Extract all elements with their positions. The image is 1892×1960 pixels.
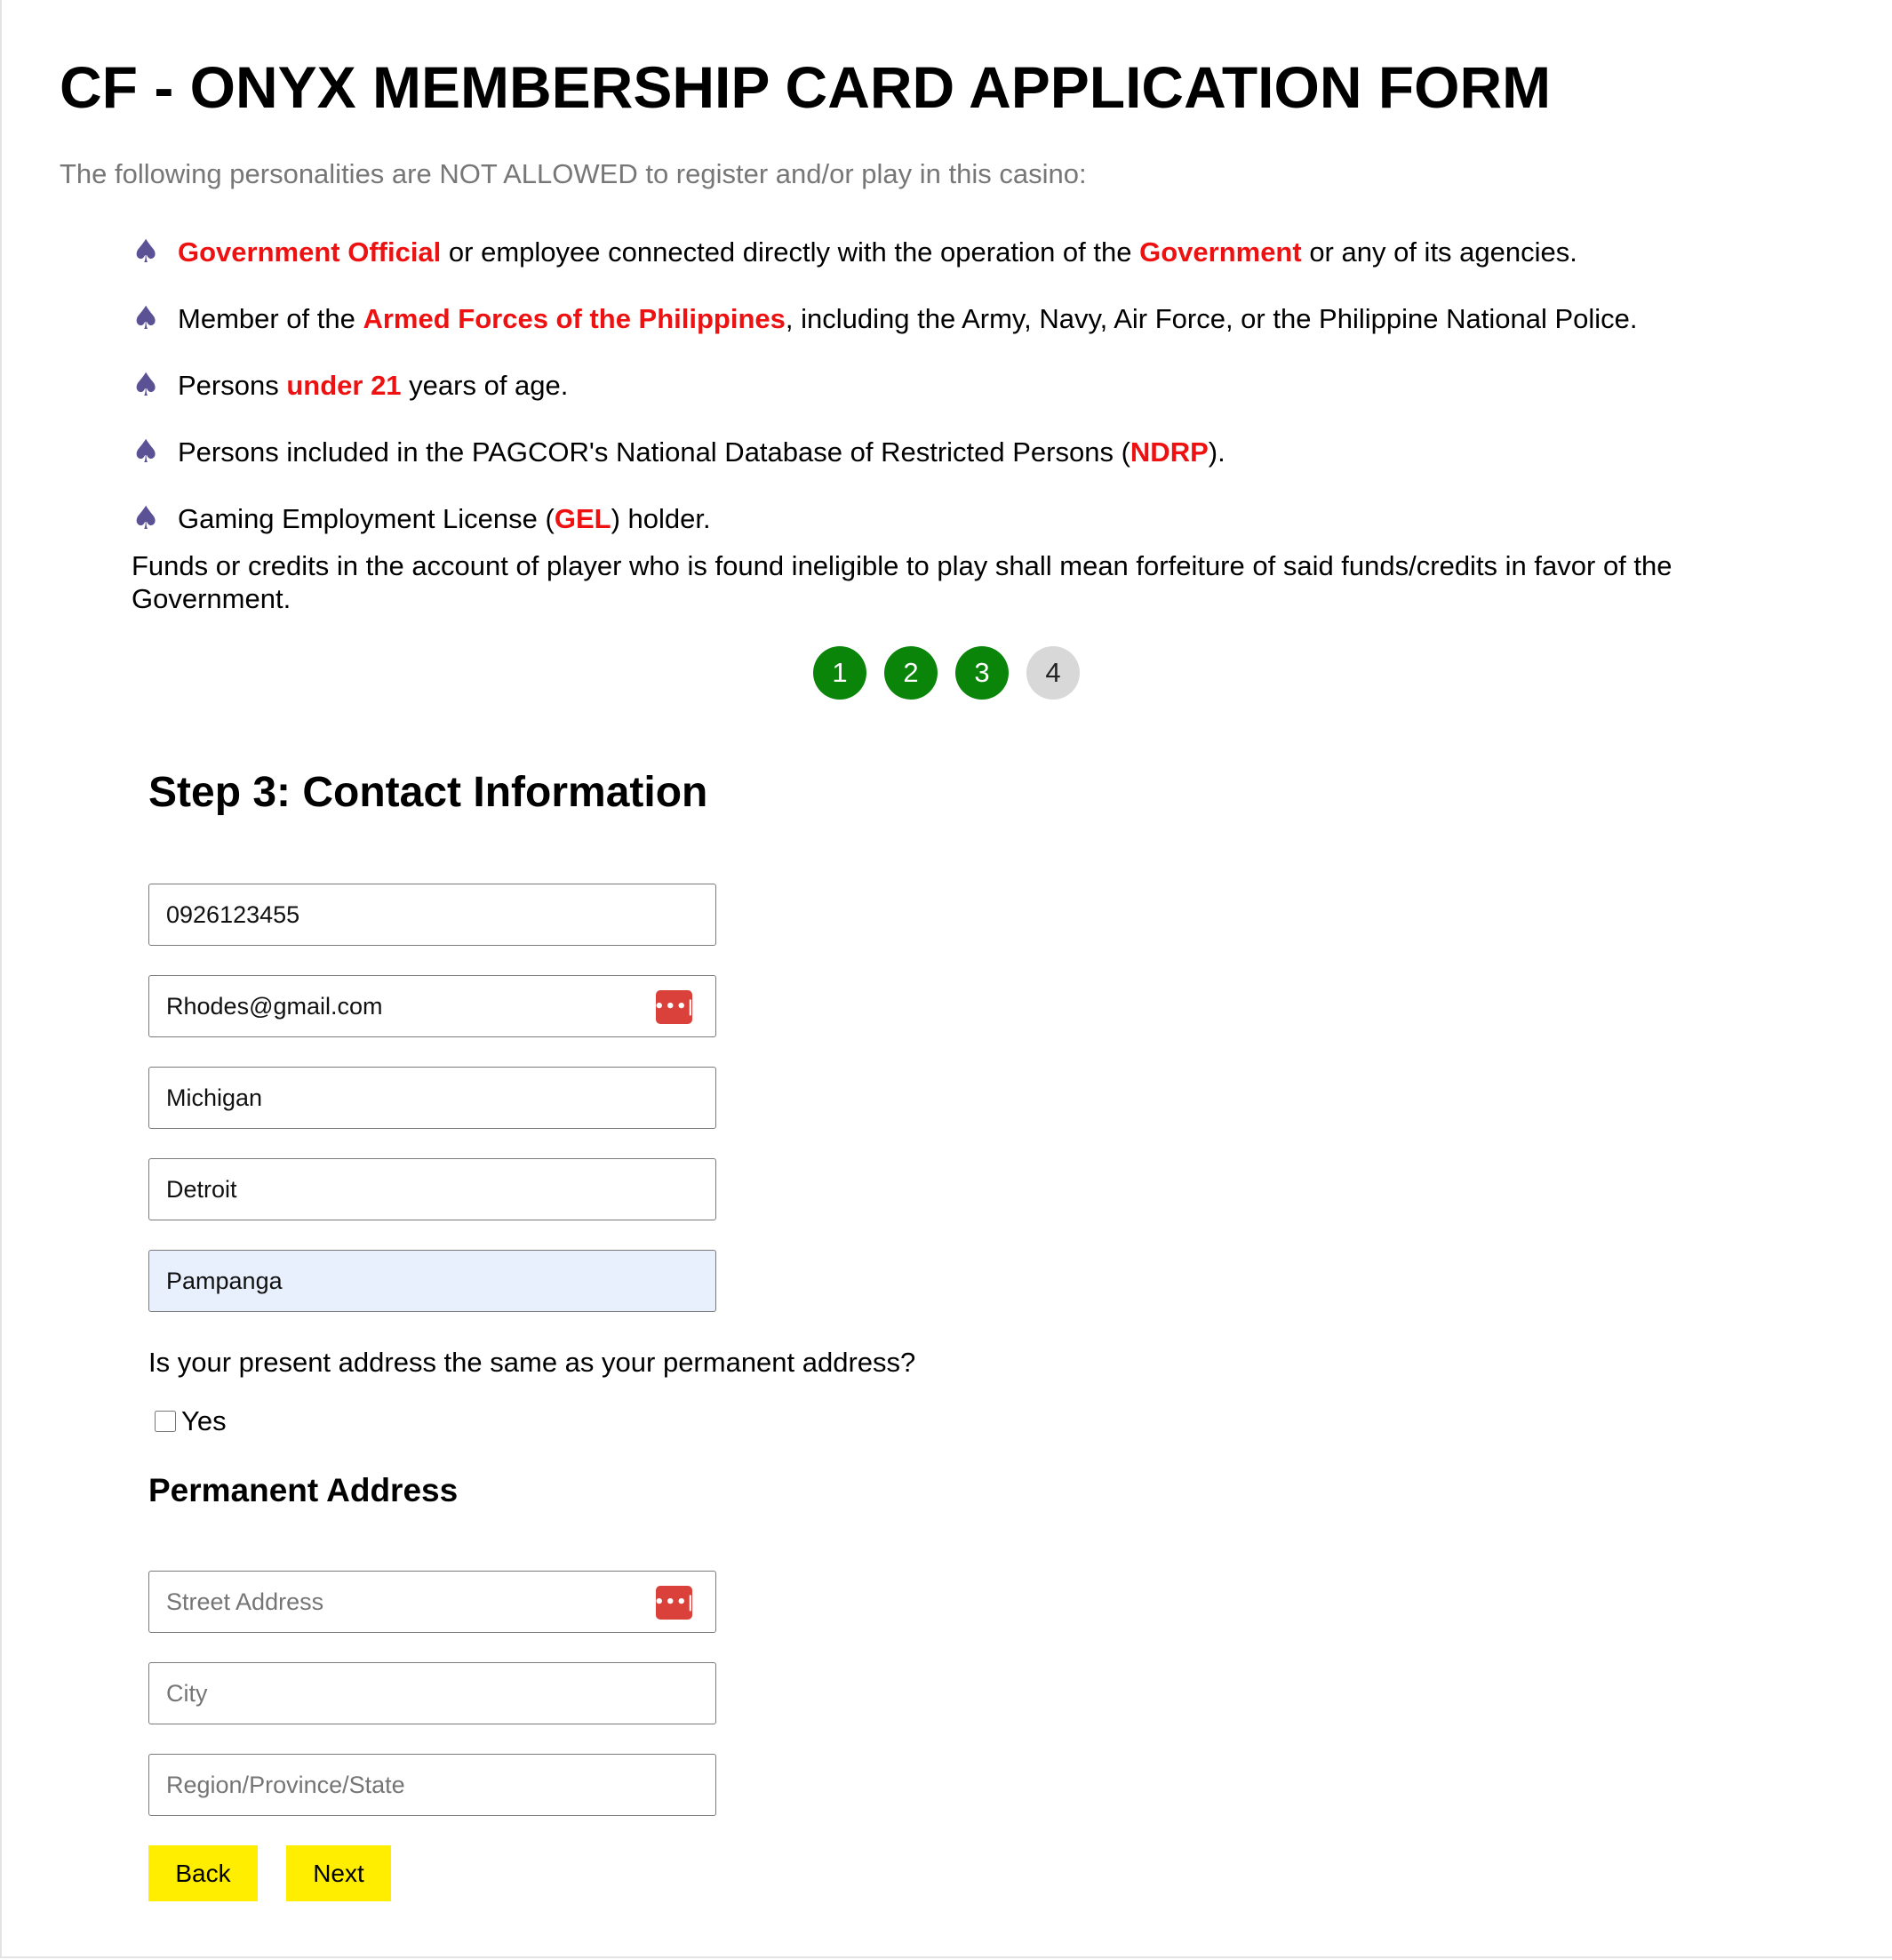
mobile-number-field (148, 884, 716, 946)
permanent-region-field (148, 1754, 716, 1816)
spade-icon: ♠ (132, 500, 161, 537)
restriction-text-part: Persons (178, 369, 287, 401)
restriction-text-part: or employee connected directly with the … (441, 236, 1140, 268)
restriction-highlight: Government Official (178, 236, 442, 268)
back-button[interactable]: Back (148, 1845, 258, 1901)
spade-icon: ♠ (132, 300, 161, 337)
restriction-item: ♠ Persons included in the PAGCOR's Natio… (132, 419, 1820, 485)
progress-stepper: 1 2 3 4 (813, 646, 1080, 700)
permanent-city-field (148, 1662, 716, 1724)
restriction-text: Member of the Armed Forces of the Philip… (178, 300, 1637, 339)
restriction-text-part: Persons included in the PAGCOR's Nationa… (178, 436, 1130, 468)
permanent-street-field: •••| (148, 1571, 716, 1633)
same-address-option[interactable]: Yes (155, 1402, 227, 1441)
restriction-text: Gaming Employment License (GEL) holder. (178, 500, 711, 539)
email-field: •••| (148, 975, 716, 1037)
step-indicator-1: 1 (813, 646, 866, 700)
restriction-highlight: under 21 (286, 369, 402, 401)
permanent-city-input[interactable] (149, 1663, 715, 1724)
restriction-text: Government Official or employee connecte… (178, 233, 1577, 272)
restriction-highlight: Government (1139, 236, 1302, 268)
restriction-text: Persons included in the PAGCOR's Nationa… (178, 433, 1225, 472)
page-title: CF - ONYX MEMBERSHIP CARD APPLICATION FO… (60, 54, 1552, 120)
restriction-item: ♠ Member of the Armed Forces of the Phil… (132, 285, 1820, 352)
restriction-text-part: Gaming Employment License ( (178, 502, 555, 534)
present-province-field (148, 1250, 716, 1312)
step-indicator-3: 3 (955, 646, 1009, 700)
same-address-question: Is your present address the same as your… (148, 1347, 916, 1378)
same-address-checkbox-label: Yes (181, 1405, 227, 1436)
restriction-text-part: ). (1208, 436, 1225, 468)
permanent-address-title: Permanent Address (148, 1472, 459, 1508)
password-manager-icon[interactable]: •••| (654, 990, 693, 1024)
restrictions-list: ♠ Government Official or employee connec… (132, 219, 1820, 552)
next-button[interactable]: Next (286, 1845, 391, 1901)
restriction-item: ♠ Government Official or employee connec… (132, 219, 1820, 285)
restriction-item: ♠ Gaming Employment License (GEL) holder… (132, 485, 1820, 552)
step-indicator-4: 4 (1026, 646, 1080, 700)
restriction-item: ♠ Persons under 21 years of age. (132, 352, 1820, 419)
forfeiture-notice: Funds or credits in the account of playe… (132, 550, 1672, 614)
restriction-text-part: or any of its agencies. (1301, 236, 1577, 268)
spade-icon: ♠ (132, 366, 161, 404)
same-address-checkbox[interactable] (155, 1411, 176, 1432)
spade-icon: ♠ (132, 433, 161, 470)
email-input[interactable] (149, 976, 715, 1036)
present-province-input[interactable] (149, 1251, 715, 1311)
step-indicator-2: 2 (884, 646, 938, 700)
section-title: Step 3: Contact Information (148, 769, 708, 816)
present-city-field (148, 1158, 716, 1220)
restriction-highlight: NDRP (1130, 436, 1209, 468)
restriction-text-part: ) holder. (611, 502, 711, 534)
permanent-street-input[interactable] (149, 1572, 715, 1632)
present-region-field (148, 1067, 716, 1129)
restriction-text-part: years of age. (401, 369, 569, 401)
spade-icon: ♠ (132, 233, 161, 270)
permanent-region-input[interactable] (149, 1755, 715, 1815)
restriction-text: Persons under 21 years of age. (178, 366, 568, 405)
mobile-number-input[interactable] (149, 884, 715, 945)
restriction-highlight: GEL (554, 502, 611, 534)
present-region-input[interactable] (149, 1068, 715, 1128)
password-manager-icon[interactable]: •••| (654, 1586, 693, 1620)
restriction-text-part: , including the Army, Navy, Air Force, o… (785, 302, 1638, 334)
present-city-input[interactable] (149, 1159, 715, 1220)
restriction-text-part: Member of the (178, 302, 363, 334)
restrictions-intro: The following personalities are NOT ALLO… (60, 158, 1087, 189)
restriction-highlight: Armed Forces of the Philippines (363, 302, 786, 334)
